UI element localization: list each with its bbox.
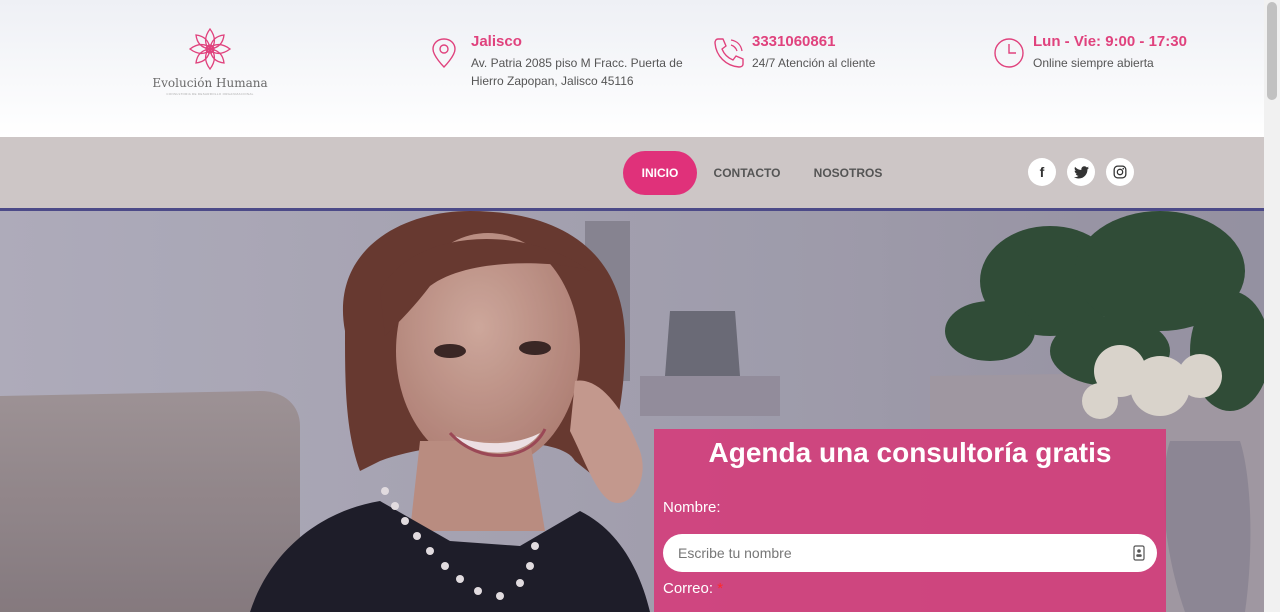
form-title: Agenda una consultoría gratis <box>708 437 1112 468</box>
facebook-icon: f <box>1039 164 1045 180</box>
top-header: Evolución Humana CONSULTORIA DE DESARROL… <box>0 0 1264 137</box>
brand-name: Evolución Humana <box>152 76 268 90</box>
brand-tagline: CONSULTORIA DE DESARROLLO ORGANIZACIONAL <box>166 92 254 96</box>
address-line-2: Hierro Zapopan, Jalisco 45116 <box>471 74 634 88</box>
required-marker: * <box>717 580 724 597</box>
name-label: Nombre: <box>663 499 721 516</box>
clock-icon <box>994 38 1024 68</box>
phone-icon <box>714 38 744 68</box>
instagram-icon <box>1113 165 1127 179</box>
facebook-button[interactable]: f <box>1028 158 1056 186</box>
location-title: Jalisco <box>471 33 522 50</box>
address-line-1: Av. Patria 2085 piso M Fracc. Puerta de <box>471 56 683 70</box>
logo[interactable]: Evolución Humana CONSULTORIA DE DESARROL… <box>150 24 270 102</box>
phone-subtitle: 24/7 Atención al cliente <box>752 56 876 70</box>
email-label: Correo: * <box>663 580 724 597</box>
nav-contacto[interactable]: CONTACTO <box>705 151 789 195</box>
scrollbar-thumb[interactable] <box>1267 2 1277 100</box>
twitter-icon <box>1073 165 1089 178</box>
map-pin-icon <box>432 38 456 68</box>
page-scrollbar[interactable] <box>1264 0 1280 612</box>
instagram-button[interactable] <box>1106 158 1134 186</box>
consultation-form: Agenda una consultoría gratis Nombre: Co… <box>654 429 1166 612</box>
hours-title: Lun - Vie: 9:00 - 17:30 <box>1033 33 1187 50</box>
nav-inicio[interactable]: INICIO <box>623 151 697 195</box>
phone-number[interactable]: 3331060861 <box>752 32 875 52</box>
lotus-logo-icon <box>188 27 232 71</box>
hours-subtitle: Online siempre abierta <box>1033 56 1154 70</box>
name-input[interactable] <box>663 534 1157 572</box>
nav-nosotros[interactable]: NOSOTROS <box>803 151 893 195</box>
twitter-button[interactable] <box>1067 158 1095 186</box>
contact-card-icon <box>1133 545 1145 561</box>
